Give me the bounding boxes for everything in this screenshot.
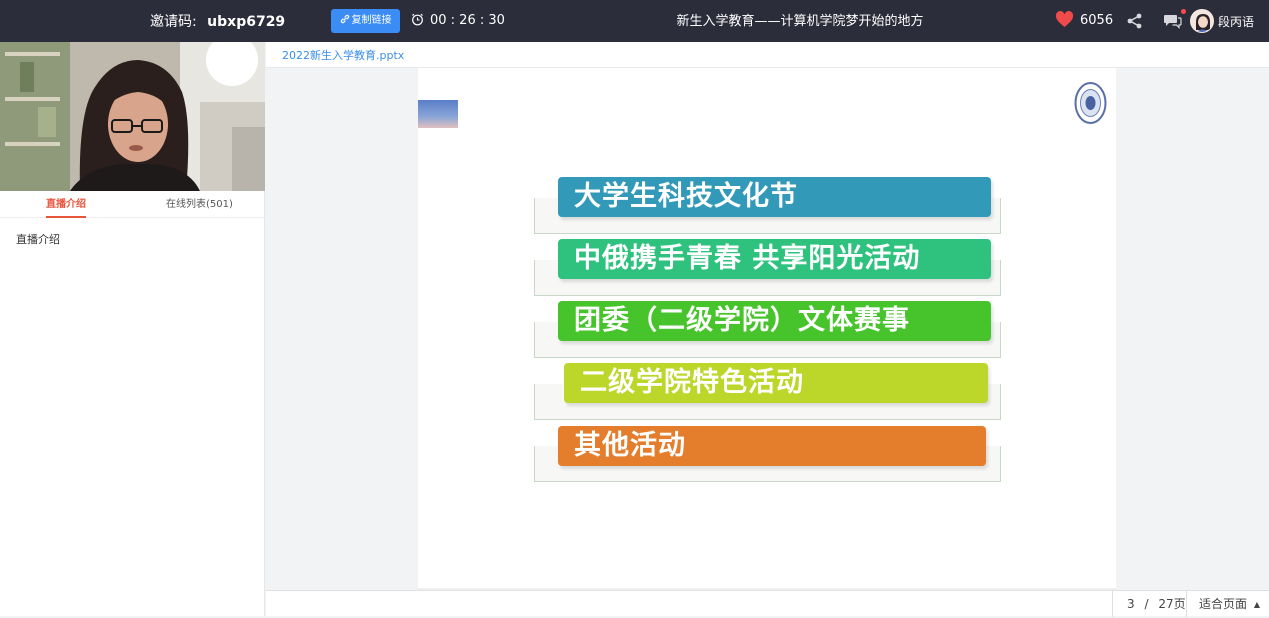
slide-item-other-activities: 其他活动 [558,426,986,466]
timer-value: 00 : 26 : 30 [430,13,505,28]
slide-item-sino-russian-activity: 中俄携手青春 共享阳光活动 [558,239,991,279]
live-timer: 00 : 26 : 30 [411,0,505,42]
link-icon [340,14,349,24]
user-avatar-icon [1191,10,1213,32]
top-bar: 邀请码: ubxp6729 复制链接 00 : 26 : 30 新生入学教育——… [0,0,1269,42]
copy-link-button[interactable]: 复制链接 [331,9,400,33]
webcam-feed-image [0,42,265,191]
slide-decoration [418,100,458,128]
heart-icon[interactable] [1055,11,1074,28]
slide-item-tech-culture-festival: 大学生科技文化节 [558,177,991,217]
tab-online-list[interactable]: 在线列表(501) [166,191,233,218]
left-tabs: 直播介绍 在线列表(501) [0,191,265,218]
user-name[interactable]: 段丙语 [1218,0,1254,44]
slide-item-college-featured-activities: 二级学院特色活动 [564,363,988,403]
university-seal-icon [1074,81,1107,126]
slide-item-league-sports-events: 团委（二级学院）文体赛事 [558,301,991,341]
chat-bubble-icon[interactable] [1163,12,1183,30]
invite-code: 邀请码: ubxp6729 [150,0,285,42]
share-icon[interactable] [1126,12,1144,30]
total-pages: 27页 [1158,597,1186,611]
webcam-video[interactable] [0,42,265,191]
like-counter[interactable]: 6056 [1055,0,1113,42]
left-panel: 直播介绍 在线列表(501) 直播介绍 [0,42,265,616]
page-separator: / [1144,597,1149,611]
invite-code-value: ubxp6729 [207,14,286,30]
presentation-footer: 3 / 27页 适合页面 ▲ [266,590,1269,617]
avatar[interactable] [1190,9,1214,33]
room-title: 新生入学教育——计算机学院梦开始的地方 [676,14,924,29]
slide-canvas[interactable]: 大学生科技文化节 中俄携手青春 共享阳光活动 团委（二级学院）文体赛事 二级学院… [418,68,1116,588]
like-count: 6056 [1080,13,1114,28]
invite-label: 邀请码: [150,14,197,30]
copy-link-label: 复制链接 [351,15,392,26]
chat-button[interactable] [1163,9,1186,30]
fit-page-label: 适合页面 [1199,597,1248,611]
live-intro-content: 直播介绍 [16,233,60,246]
file-name: 2022新生入学教育.pptx [266,42,1269,68]
tab-live-intro[interactable]: 直播介绍 [46,191,86,218]
unread-dot [1181,9,1186,14]
current-page[interactable]: 3 [1127,597,1135,611]
fit-page-dropdown[interactable]: 适合页面 ▲ [1186,591,1269,617]
main-area: 2022新生入学教育.pptx 大学生科技文化节 中俄携手青春 共享阳光活动 团… [266,42,1269,617]
alarm-clock-icon [412,13,423,26]
caret-up-icon: ▲ [1253,600,1260,609]
page-indicator: 3 / 27页 [1112,591,1198,617]
